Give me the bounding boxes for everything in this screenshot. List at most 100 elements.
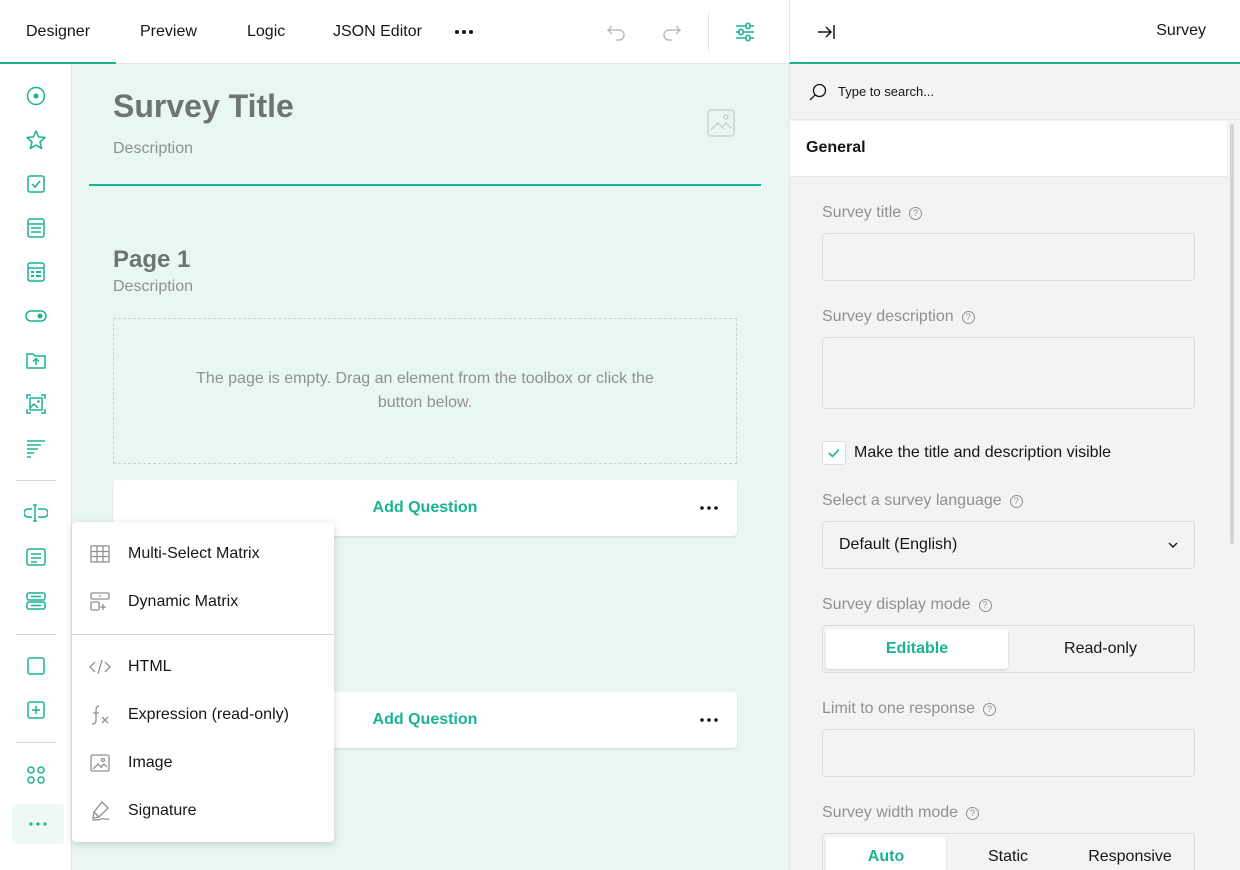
visible-checkbox-label[interactable]: Make the title and description visible — [854, 444, 1111, 462]
code-icon — [89, 659, 111, 675]
menu-item-image[interactable]: Image — [72, 739, 334, 787]
survey-title-label: Survey title? — [822, 204, 923, 222]
language-value: Default (English) — [839, 536, 958, 553]
width-mode-responsive[interactable]: Responsive — [1070, 837, 1190, 870]
display-mode-read-only[interactable]: Read-only — [1009, 629, 1192, 669]
panel-scrollbar[interactable] — [1230, 124, 1234, 544]
radiogroup-icon[interactable] — [24, 84, 48, 108]
comment-icon[interactable] — [24, 545, 48, 569]
limit-response-label: Limit to one response? — [822, 700, 996, 718]
survey-creator: Designer Preview Logic JSON Editor Surve… — [0, 0, 1240, 870]
file-upload-icon[interactable] — [24, 348, 48, 372]
multiple-text-icon[interactable] — [24, 589, 48, 613]
more-dots-icon — [29, 822, 47, 826]
toolbox-divider — [16, 742, 56, 743]
menu-item-multi-select-matrix[interactable]: Multi-Select Matrix — [72, 530, 334, 578]
help-icon[interactable]: ? — [978, 599, 992, 612]
tab-logic[interactable]: Logic — [247, 0, 285, 64]
width-mode-static[interactable]: Static — [948, 837, 1068, 870]
section-general-header[interactable]: General — [790, 121, 1227, 177]
undo-icon[interactable] — [604, 20, 628, 44]
search-input[interactable]: Type to search... — [838, 84, 934, 99]
property-search[interactable]: Type to search... — [790, 64, 1240, 120]
tab-designer[interactable]: Designer — [0, 0, 116, 64]
boolean-toggle-icon[interactable] — [24, 304, 48, 328]
toolbox-overflow-menu: Multi-Select Matrix Dynamic Matrix HTML … — [72, 522, 334, 842]
empty-page-message: The page is empty. Drag an element from … — [196, 370, 654, 411]
matrix-grid-icon — [90, 545, 110, 563]
width-mode-auto[interactable]: Auto — [826, 837, 946, 870]
display-mode-switch: Editable Read-only — [822, 625, 1195, 673]
menu-item-label: HTML — [128, 658, 172, 675]
panel-icon[interactable] — [24, 654, 48, 678]
display-mode-editable[interactable]: Editable — [826, 629, 1008, 669]
dropdown-icon[interactable] — [24, 216, 48, 240]
menu-item-label: Signature — [128, 802, 197, 819]
dynamic-matrix-icon — [90, 592, 110, 611]
help-icon[interactable]: ? — [909, 207, 923, 220]
selected-object-name: Survey — [1156, 22, 1206, 39]
settings-sliders-icon[interactable] — [733, 20, 757, 44]
survey-title-input[interactable] — [822, 233, 1195, 281]
toolbox — [0, 64, 72, 870]
title-separator — [89, 184, 761, 186]
survey-description-label: Survey description? — [822, 308, 975, 326]
more-tabs-icon[interactable] — [452, 20, 476, 44]
menu-item-signature[interactable]: Signature — [72, 787, 334, 835]
menu-item-dynamic-matrix[interactable]: Dynamic Matrix — [72, 578, 334, 626]
text-input-icon[interactable] — [24, 501, 48, 525]
help-icon[interactable]: ? — [1009, 495, 1023, 508]
menu-item-label: Multi-Select Matrix — [128, 545, 260, 562]
survey-title[interactable]: Survey Title — [113, 88, 294, 125]
visible-checkbox[interactable] — [822, 441, 846, 465]
dynamic-panel-icon[interactable] — [24, 698, 48, 722]
property-grid-header: Survey — [789, 0, 1240, 64]
collapse-panel-icon[interactable] — [814, 20, 838, 44]
menu-item-label: Expression (read-only) — [128, 706, 289, 723]
redo-icon[interactable] — [660, 20, 684, 44]
check-icon — [828, 448, 840, 458]
chevron-down-icon — [1168, 542, 1178, 548]
page-title[interactable]: Page 1 — [113, 246, 190, 274]
help-icon[interactable]: ? — [966, 807, 980, 820]
image-picker-icon[interactable] — [24, 392, 48, 416]
width-mode-switch: Auto Static Responsive — [822, 833, 1195, 870]
menu-divider — [72, 634, 334, 635]
more-tools-button[interactable] — [12, 804, 64, 844]
tab-json-editor[interactable]: JSON Editor — [333, 0, 422, 64]
custom-components-icon[interactable] — [24, 763, 48, 787]
property-grid: Type to search... General Survey title? … — [789, 64, 1240, 870]
survey-description[interactable]: Description — [113, 140, 193, 158]
survey-description-input[interactable] — [822, 337, 1195, 409]
tagbox-icon[interactable] — [24, 260, 48, 284]
menu-item-label: Dynamic Matrix — [128, 593, 239, 610]
menu-item-expression[interactable]: Expression (read-only) — [72, 691, 334, 739]
rating-star-icon[interactable] — [24, 128, 48, 152]
section-title: General — [806, 139, 866, 156]
help-icon[interactable]: ? — [961, 311, 975, 324]
empty-page-dropzone[interactable]: The page is empty. Drag an element from … — [113, 318, 737, 464]
limit-response-input[interactable] — [822, 729, 1195, 777]
function-icon — [91, 705, 109, 725]
language-select[interactable]: Default (English) — [822, 521, 1195, 569]
checkbox-icon[interactable] — [24, 172, 48, 196]
signature-pen-icon — [91, 801, 110, 821]
toolbox-divider — [16, 480, 56, 481]
question-type-menu-icon[interactable] — [697, 496, 721, 520]
top-toolbar: Designer Preview Logic JSON Editor — [0, 0, 789, 64]
help-icon[interactable]: ? — [982, 703, 996, 716]
toolbar-divider — [708, 12, 709, 52]
menu-item-label: Image — [128, 754, 173, 771]
search-icon — [809, 83, 827, 101]
logo-placeholder-icon[interactable] — [706, 108, 736, 138]
toolbox-divider — [16, 634, 56, 635]
language-label: Select a survey language? — [822, 492, 1023, 510]
width-mode-label: Survey width mode? — [822, 804, 980, 822]
page-description[interactable]: Description — [113, 278, 193, 296]
menu-item-html[interactable]: HTML — [72, 643, 334, 691]
tab-preview[interactable]: Preview — [140, 0, 197, 64]
image-icon — [90, 754, 110, 772]
question-type-menu-icon[interactable] — [697, 708, 721, 732]
display-mode-label: Survey display mode? — [822, 596, 992, 614]
ranking-icon[interactable] — [24, 436, 48, 460]
